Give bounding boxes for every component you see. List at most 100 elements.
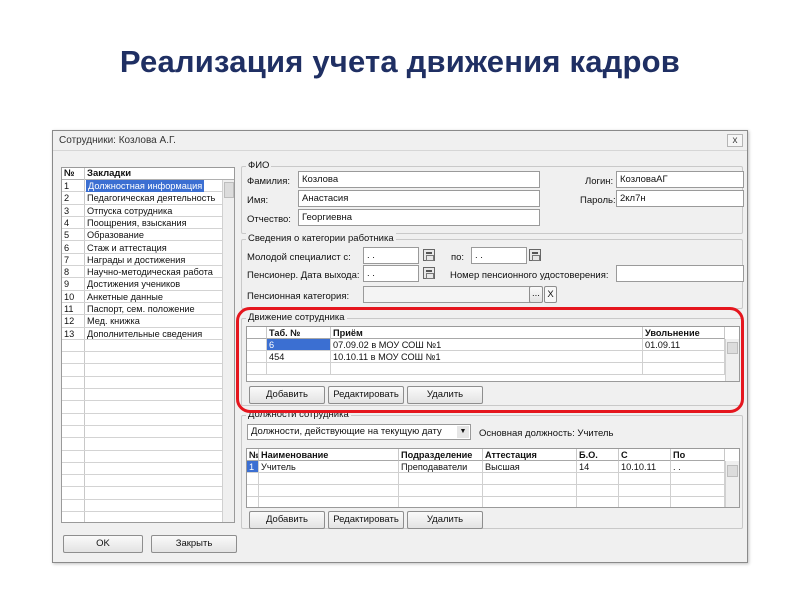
bookmark-label: Отпуска сотрудника bbox=[87, 205, 173, 216]
bookmark-empty-row[interactable] bbox=[62, 426, 222, 439]
position-empty-cell[interactable] bbox=[247, 497, 259, 507]
position-empty-cell[interactable] bbox=[259, 485, 399, 497]
bookmark-empty-row[interactable] bbox=[62, 438, 222, 451]
bookmark-num: 11 bbox=[64, 304, 74, 314]
position-cell-dept[interactable]: Преподаватели bbox=[399, 461, 483, 473]
pension-category-field[interactable] bbox=[363, 286, 531, 303]
position-empty-cell[interactable] bbox=[399, 473, 483, 485]
position-empty-cell[interactable] bbox=[671, 485, 725, 497]
young-specialist-from-field[interactable]: . . bbox=[363, 247, 419, 264]
calendar-icon[interactable] bbox=[423, 249, 435, 261]
bookmark-empty-row[interactable] bbox=[62, 475, 222, 488]
positions-filter-value: Должности, действующие на текущую дату bbox=[251, 426, 442, 437]
bookmark-item[interactable]: 3 Отпуска сотрудника bbox=[62, 205, 222, 217]
positions-col-attest[interactable]: Аттестация bbox=[483, 449, 577, 461]
position-empty-cell[interactable] bbox=[619, 497, 671, 507]
positions-delete-button[interactable]: Удалить bbox=[407, 511, 483, 529]
bookmark-item[interactable]: 7 Награды и достижения bbox=[62, 254, 222, 267]
bookmark-item[interactable]: 2 Педагогическая деятельность bbox=[62, 192, 222, 205]
positions-filter-select[interactable]: Должности, действующие на текущую дату ▼ bbox=[247, 424, 471, 440]
bookmark-empty-row[interactable] bbox=[62, 340, 222, 353]
bookmark-item[interactable]: 9 Достижения учеников bbox=[62, 278, 222, 291]
calendar-icon[interactable] bbox=[423, 267, 435, 279]
position-empty-cell[interactable] bbox=[483, 485, 577, 497]
position-empty-cell[interactable] bbox=[247, 485, 259, 497]
positions-col-bo[interactable]: Б.О. bbox=[577, 449, 619, 461]
bookmark-item[interactable]: 8 Научно-методическая работа bbox=[62, 266, 222, 279]
login-field[interactable]: КозловаАГ bbox=[616, 171, 744, 188]
position-cell-bo[interactable]: 14 bbox=[577, 461, 619, 473]
close-button[interactable]: Закрыть bbox=[151, 535, 237, 553]
bookmark-item[interactable]: 13 Дополнительные сведения bbox=[62, 328, 222, 340]
bookmarks-scrollbar[interactable] bbox=[222, 180, 234, 522]
positions-scrollbar[interactable] bbox=[725, 461, 739, 507]
password-field[interactable]: 2кл7н bbox=[616, 190, 744, 207]
positions-col-from[interactable]: С bbox=[619, 449, 671, 461]
positions-col-to[interactable]: По bbox=[671, 449, 725, 461]
position-empty-cell[interactable] bbox=[483, 497, 577, 507]
employee-window: Сотрудники: Козлова А.Г. x № Закладки 1 Д… bbox=[52, 130, 748, 563]
position-empty-cell[interactable] bbox=[577, 473, 619, 485]
bookmark-item[interactable]: 11 Паспорт, сем. положение bbox=[62, 303, 222, 316]
position-empty-cell[interactable] bbox=[399, 497, 483, 507]
position-empty-cell[interactable] bbox=[619, 473, 671, 485]
pension-cert-field[interactable] bbox=[616, 265, 744, 282]
pension-date-label: Пенсионер. Дата выхода: bbox=[247, 270, 360, 281]
positions-col-num[interactable]: № bbox=[247, 449, 259, 461]
bookmark-empty-row[interactable] bbox=[62, 365, 222, 377]
position-empty-cell[interactable] bbox=[671, 473, 725, 485]
bookmark-item[interactable]: 10 Анкетные данные bbox=[62, 291, 222, 303]
bookmark-empty-row[interactable] bbox=[62, 352, 222, 365]
position-cell-attest[interactable]: Высшая bbox=[483, 461, 577, 473]
patronymic-label: Отчество: bbox=[247, 214, 291, 225]
surname-field[interactable]: Козлова bbox=[298, 171, 540, 188]
highlight-outline bbox=[236, 307, 744, 413]
chevron-down-icon[interactable]: ▼ bbox=[457, 426, 469, 438]
pension-category-clear-button[interactable]: X bbox=[544, 286, 557, 303]
positions-col-name[interactable]: Наименование bbox=[259, 449, 399, 461]
bookmark-empty-row[interactable] bbox=[62, 389, 222, 402]
bookmark-item[interactable]: 1 Должностная информация bbox=[62, 180, 222, 193]
bookmark-label: Стаж и аттестация bbox=[87, 242, 167, 253]
name-field[interactable]: Анастасия bbox=[298, 190, 540, 207]
position-empty-cell[interactable] bbox=[483, 473, 577, 485]
position-cell-to[interactable]: . . bbox=[671, 461, 725, 473]
bookmark-item[interactable]: 6 Стаж и аттестация bbox=[62, 242, 222, 254]
positions-edit-button[interactable]: Редактировать bbox=[328, 511, 404, 529]
bookmark-empty-row[interactable] bbox=[62, 451, 222, 463]
login-label: Логин: bbox=[585, 176, 614, 187]
positions-add-button[interactable]: Добавить bbox=[249, 511, 325, 529]
window-titlebar: Сотрудники: Козлова А.Г. x bbox=[53, 131, 747, 151]
position-empty-cell[interactable] bbox=[259, 497, 399, 507]
bookmark-num: 7 bbox=[64, 254, 70, 265]
position-cell-name[interactable]: Учитель bbox=[259, 461, 399, 473]
position-empty-cell[interactable] bbox=[247, 473, 259, 485]
young-specialist-to-field[interactable]: . . bbox=[471, 247, 527, 264]
position-empty-cell[interactable] bbox=[259, 473, 399, 485]
close-icon[interactable]: x bbox=[727, 134, 743, 147]
bookmark-item[interactable]: 4 Поощрения, взыскания bbox=[62, 217, 222, 230]
position-empty-cell[interactable] bbox=[619, 485, 671, 497]
bookmark-empty-row[interactable] bbox=[62, 401, 222, 414]
position-cell-from[interactable]: 10.10.11 bbox=[619, 461, 671, 473]
positions-col-dept[interactable]: Подразделение bbox=[399, 449, 483, 461]
bookmark-empty-row[interactable] bbox=[62, 512, 222, 522]
pension-date-field[interactable]: . . bbox=[363, 265, 419, 282]
bookmark-item[interactable]: 12 Мед. книжка bbox=[62, 315, 222, 328]
bookmark-item[interactable]: 5 Образование bbox=[62, 229, 222, 242]
position-empty-cell[interactable] bbox=[671, 497, 725, 507]
bookmark-empty-row[interactable] bbox=[62, 414, 222, 426]
position-empty-cell[interactable] bbox=[399, 485, 483, 497]
bookmark-empty-row[interactable] bbox=[62, 463, 222, 476]
patronymic-field[interactable]: Георгиевна bbox=[298, 209, 540, 226]
bookmark-num: 9 bbox=[64, 279, 70, 290]
calendar-icon[interactable] bbox=[529, 249, 541, 261]
position-cell-num[interactable]: 1 bbox=[247, 461, 259, 473]
bookmark-empty-row[interactable] bbox=[62, 500, 222, 513]
bookmark-empty-row[interactable] bbox=[62, 377, 222, 390]
pension-category-select-button[interactable]: ... bbox=[529, 286, 543, 303]
position-empty-cell[interactable] bbox=[577, 497, 619, 507]
bookmark-empty-row[interactable] bbox=[62, 488, 222, 500]
ok-button[interactable]: OK bbox=[63, 535, 143, 553]
position-empty-cell[interactable] bbox=[577, 485, 619, 497]
